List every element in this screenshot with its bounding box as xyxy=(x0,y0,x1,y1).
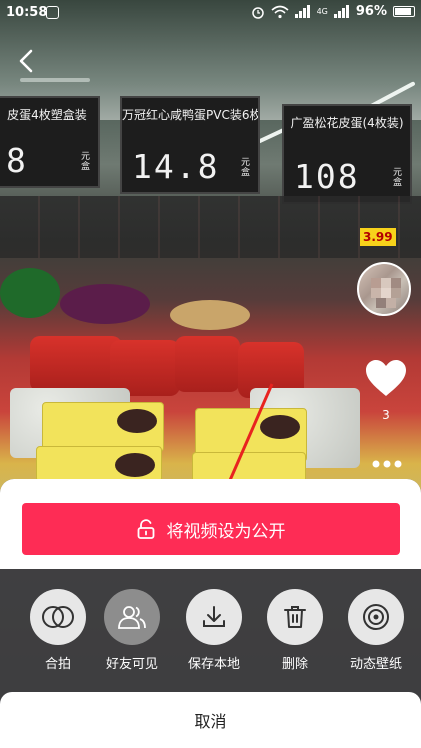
duet-option[interactable]: 合拍 xyxy=(16,589,100,672)
download-icon xyxy=(203,606,225,627)
battery-icon xyxy=(393,6,415,17)
friends-icon xyxy=(118,606,146,629)
live-wallpaper-icon xyxy=(363,604,389,630)
cancel-label: 取消 xyxy=(194,712,227,731)
sheet-header: 将视频设为公开 xyxy=(0,479,421,569)
make-public-label: 将视频设为公开 xyxy=(166,521,286,541)
heart-icon[interactable] xyxy=(364,358,408,398)
unlock-icon xyxy=(137,519,154,539)
status-bar: 10:58 4G 96% xyxy=(0,0,421,26)
signal-icon xyxy=(294,5,310,18)
action-row: 合拍 好友可见 保存本地 删除 动态壁纸 xyxy=(0,589,421,672)
trash-icon xyxy=(284,606,306,628)
live-wallpaper-label: 动态壁纸 xyxy=(349,657,402,672)
friends-visible-label: 好友可见 xyxy=(105,657,158,672)
network-type: 4G xyxy=(316,6,328,16)
alarm-icon xyxy=(251,6,264,19)
make-public-button[interactable]: 将视频设为公开 xyxy=(22,503,400,555)
battery-percent: 96% xyxy=(355,4,387,19)
back-icon[interactable] xyxy=(14,48,40,74)
delete-label: 删除 xyxy=(281,657,308,672)
wifi-icon xyxy=(271,5,289,18)
friends-visible-option[interactable]: 好友可见 xyxy=(90,589,174,672)
status-time: 10:58 xyxy=(6,5,48,20)
like-count: 3 xyxy=(382,408,390,422)
delete-option[interactable]: 删除 xyxy=(253,589,337,672)
more-icon[interactable] xyxy=(369,449,405,479)
cancel-button[interactable]: 取消 xyxy=(0,692,421,748)
duet-icon xyxy=(42,606,74,628)
share-sheet: 将视频设为公开 合拍 好友可见 保存本地 删除 动态壁纸 取消 xyxy=(0,479,421,748)
avatar[interactable] xyxy=(357,262,411,316)
save-local-label: 保存本地 xyxy=(187,657,240,672)
duet-label: 合拍 xyxy=(44,657,71,672)
scan-icon xyxy=(46,6,59,19)
save-local-option[interactable]: 保存本地 xyxy=(172,589,256,672)
live-wallpaper-option[interactable]: 动态壁纸 xyxy=(334,589,418,672)
signal-icon xyxy=(333,5,349,18)
